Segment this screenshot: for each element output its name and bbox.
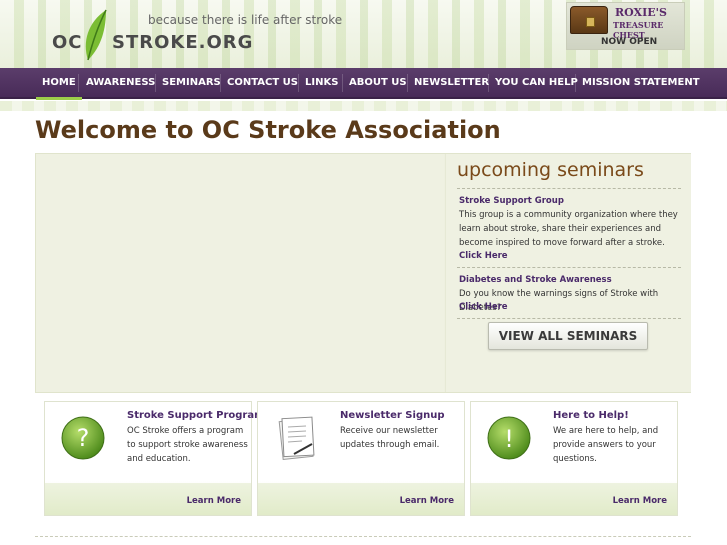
nav-separator	[155, 74, 156, 92]
card-stroke-support-program: ? Stroke Support Program OC Stroke offer…	[44, 401, 265, 516]
svg-text:!: !	[504, 425, 514, 453]
treasure-chest-promo[interactable]: ROXIE'S TREASURE CHEST NOW OPEN	[566, 2, 685, 50]
hero-panel: upcoming seminars Stroke Support Group T…	[35, 153, 691, 393]
hero-slideshow	[36, 154, 444, 392]
page-title: Welcome to OC Stroke Association	[35, 116, 501, 144]
treasure-chest-icon	[570, 6, 608, 34]
divider	[457, 318, 681, 319]
promo-status: NOW OPEN	[601, 37, 658, 47]
learn-more-link[interactable]: Learn More	[400, 496, 454, 506]
leaf-icon	[85, 9, 107, 61]
card-title[interactable]: Here to Help!	[553, 410, 629, 421]
seminar-title[interactable]: Stroke Support Group	[459, 196, 564, 206]
nav-separator	[575, 74, 576, 92]
nav-item-seminars[interactable]: SEMINARS	[162, 68, 221, 97]
logo-text-stroke: STROKE.ORG	[112, 32, 254, 53]
nav-separator	[78, 74, 79, 92]
decorative-band	[0, 101, 727, 111]
seminar-description: This group is a community organization w…	[459, 210, 678, 248]
newsletter-icon	[278, 416, 315, 461]
svg-text:?: ?	[77, 424, 90, 452]
nav-item-newsletter[interactable]: NEWSLETTER	[414, 68, 489, 97]
nav-item-contact-us[interactable]: CONTACT US	[227, 68, 298, 97]
seminars-heading: upcoming seminars	[457, 159, 644, 181]
nav-item-mission-statement[interactable]: MISSION STATEMENT	[582, 68, 700, 97]
nav-item-home[interactable]: HOME	[36, 68, 82, 100]
nav-item-you-can-help[interactable]: YOU CAN HELP	[495, 68, 578, 97]
card-here-to-help: ! Here to Help! We are here to help, and…	[470, 401, 678, 516]
seminar-title[interactable]: Diabetes and Stroke Awareness	[459, 275, 612, 285]
question-icon: ?	[61, 416, 105, 460]
nav-item-about-us[interactable]: ABOUT US	[349, 68, 407, 97]
nav-separator	[407, 74, 408, 92]
nav-separator	[488, 74, 489, 92]
divider	[457, 188, 681, 189]
view-all-seminars-button[interactable]: VIEW ALL SEMINARS	[488, 322, 648, 350]
divider	[457, 267, 681, 268]
learn-more-link[interactable]: Learn More	[187, 496, 241, 506]
exclamation-icon: !	[487, 416, 531, 460]
card-text: OC Stroke offers a program to support st…	[127, 426, 248, 464]
nav-item-links[interactable]: LINKS	[305, 68, 338, 97]
nav-separator	[220, 74, 221, 92]
seminar-click-here-link[interactable]: Click Here	[459, 302, 508, 312]
promo-title: ROXIE'S	[615, 6, 667, 19]
site-header: OC STROKE.ORG because there is life afte…	[0, 0, 727, 68]
main-nav: HOME AWARENESS SEMINARS CONTACT US LINKS…	[0, 68, 727, 100]
card-text: Receive our newsletter updates through e…	[340, 426, 440, 450]
nav-separator	[342, 74, 343, 92]
nav-separator	[298, 74, 299, 92]
nav-item-awareness[interactable]: AWARENESS	[86, 68, 155, 97]
card-newsletter-signup: Newsletter Signup Receive our newsletter…	[257, 401, 465, 516]
seminar-click-here-link[interactable]: Click Here	[459, 251, 508, 261]
learn-more-link[interactable]: Learn More	[613, 496, 667, 506]
logo-text-oc: OC	[52, 32, 83, 53]
footer-divider	[35, 536, 691, 537]
card-title[interactable]: Stroke Support Program	[127, 410, 265, 421]
card-title[interactable]: Newsletter Signup	[340, 410, 445, 421]
card-text: We are here to help, and provide answers…	[553, 426, 659, 464]
upcoming-seminars-panel: upcoming seminars Stroke Support Group T…	[445, 154, 691, 392]
site-tagline: because there is life after stroke	[148, 13, 343, 27]
